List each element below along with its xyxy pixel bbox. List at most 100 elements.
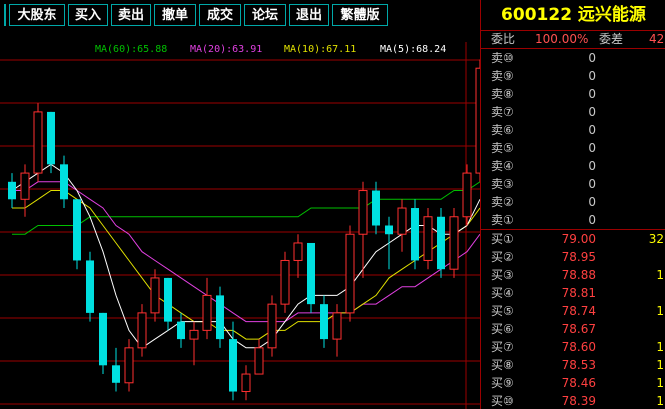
toolbar-edge — [4, 4, 6, 26]
sell-price: 0 — [588, 105, 596, 119]
candle-body — [385, 225, 393, 235]
candle-body — [345, 233, 355, 314]
buy-level-label: 买⑧ — [491, 358, 514, 372]
candle-body — [437, 216, 445, 270]
candle-body — [411, 208, 419, 261]
candle-body — [202, 294, 212, 331]
buy-level-label: 买⑦ — [491, 340, 514, 354]
buy-price: 79.00 — [561, 232, 596, 246]
buy-row[interactable]: 买⑩ 78.39 1 — [481, 392, 665, 409]
candle-body — [358, 190, 368, 235]
forum-button[interactable]: 论坛 — [244, 4, 286, 26]
cancel-order-button[interactable]: 撤单 — [154, 4, 196, 26]
buy-volume: 1 — [656, 376, 664, 390]
candle-body — [86, 260, 94, 313]
buy-button[interactable]: 买入 — [68, 4, 108, 26]
buy-level-label: 买③ — [491, 268, 514, 282]
sell-row[interactable]: 卖⑩ 0 — [481, 49, 665, 67]
candle-body — [189, 329, 199, 340]
candle-body — [8, 181, 16, 200]
sell-label: 卖出 — [117, 8, 144, 23]
buy-volume: 32 — [648, 232, 664, 246]
sell-level-label: 卖⑦ — [491, 105, 514, 119]
candle-body — [397, 207, 407, 235]
sell-row[interactable]: 卖⑧ 0 — [481, 85, 665, 103]
candle-body — [229, 339, 237, 392]
sell-row[interactable]: 卖⑥ 0 — [481, 121, 665, 139]
sell-row[interactable]: 卖① 0 — [481, 211, 665, 229]
buy-volume: 1 — [656, 340, 664, 354]
buy-price: 78.39 — [561, 394, 596, 408]
buy-row[interactable]: 买① 79.00 32 — [481, 230, 665, 248]
buy-label: 买入 — [74, 8, 101, 23]
sell-button[interactable]: 卖出 — [111, 4, 151, 26]
sell-level-label: 卖⑤ — [491, 141, 514, 155]
candle-body — [293, 242, 303, 261]
buy-row[interactable]: 买⑥ 78.67 — [481, 320, 665, 338]
sell-price: 0 — [588, 87, 596, 101]
major-shareholder-button[interactable]: 大股东 — [9, 4, 65, 26]
buy-row[interactable]: 买⑤ 78.74 1 — [481, 302, 665, 320]
sell-price: 0 — [588, 195, 596, 209]
buy-price: 78.67 — [561, 322, 596, 336]
candle-body — [124, 347, 134, 384]
candle-body — [99, 312, 107, 366]
buy-price: 78.88 — [561, 268, 596, 282]
candle-body — [423, 216, 433, 261]
stock-title: 600122 远兴能源 — [501, 5, 646, 25]
buy-price: 78.74 — [561, 304, 596, 318]
candle-body — [112, 365, 120, 383]
candle-body — [254, 347, 264, 375]
trades-label: 成交 — [206, 8, 233, 23]
ma60-line — [12, 181, 480, 235]
candle-body — [33, 111, 43, 174]
candle-body — [20, 172, 30, 200]
sell-row[interactable]: 卖② 0 — [481, 193, 665, 211]
buy-row[interactable]: 买③ 78.88 1 — [481, 266, 665, 284]
sell-level-label: 卖⑨ — [491, 69, 514, 83]
sell-level-label: 卖③ — [491, 177, 514, 191]
buy-row[interactable]: 买⑧ 78.53 1 — [481, 356, 665, 374]
forum-label: 论坛 — [251, 8, 278, 23]
candle-body — [60, 164, 68, 200]
sell-row[interactable]: 卖⑦ 0 — [481, 103, 665, 121]
weicha-value: 42 — [649, 32, 665, 46]
candle-body — [267, 303, 277, 349]
sell-row[interactable]: 卖④ 0 — [481, 157, 665, 175]
traditional-chinese-button[interactable]: 繁體版 — [332, 4, 388, 26]
weibi-label: 委比 — [491, 32, 516, 46]
trades-button[interactable]: 成交 — [199, 4, 241, 26]
buy-row[interactable]: 买⑨ 78.46 1 — [481, 374, 665, 392]
buy-price: 78.60 — [561, 340, 596, 354]
buy-level-label: 买⑨ — [491, 376, 514, 390]
traditional-chinese-label: 繁體版 — [340, 8, 380, 23]
buy-row[interactable]: 买⑦ 78.60 1 — [481, 338, 665, 356]
buy-volume: 1 — [656, 358, 664, 372]
ma5-line — [11, 163, 480, 349]
candle-body — [177, 321, 185, 340]
candle-body — [216, 295, 224, 340]
buy-price: 78.46 — [561, 376, 596, 390]
candle-body — [449, 216, 459, 270]
buy-volume: 1 — [656, 268, 664, 282]
buy-row[interactable]: 买④ 78.81 — [481, 284, 665, 302]
major-shareholder-label: 大股东 — [17, 8, 57, 23]
sell-level-label: 卖① — [491, 213, 514, 227]
buy-level-label: 买⑤ — [491, 304, 514, 318]
exit-button[interactable]: 退出 — [289, 4, 329, 26]
kline-chart[interactable] — [0, 42, 480, 409]
candle-body — [47, 111, 55, 165]
candle-body — [73, 199, 81, 261]
sell-price: 0 — [588, 123, 596, 137]
sell-row[interactable]: 卖③ 0 — [481, 175, 665, 193]
candle-body — [137, 312, 147, 349]
buy-price: 78.53 — [561, 358, 596, 372]
weicha-label: 委差 — [599, 32, 624, 46]
buy-row[interactable]: 买② 78.95 — [481, 248, 665, 266]
buy-price: 78.95 — [561, 250, 596, 264]
buy-level-label: 买⑥ — [491, 322, 514, 336]
sell-level-label: 卖⑩ — [491, 51, 514, 65]
buy-level-label: 买④ — [491, 286, 514, 300]
sell-row[interactable]: 卖⑤ 0 — [481, 139, 665, 157]
sell-row[interactable]: 卖⑨ 0 — [481, 67, 665, 85]
